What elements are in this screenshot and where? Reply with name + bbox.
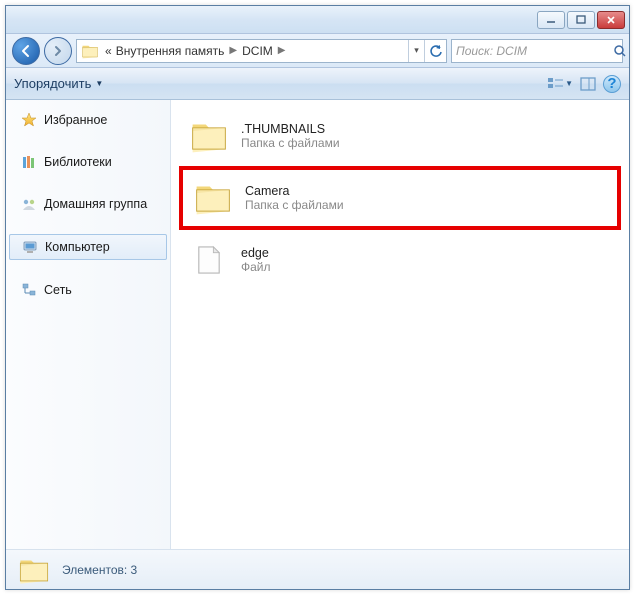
breadcrumb-item[interactable]: Внутренняя память <box>114 44 227 58</box>
folder-icon <box>16 555 52 585</box>
view-options-button[interactable]: ▼ <box>547 73 573 95</box>
forward-button[interactable] <box>44 37 72 65</box>
file-name: edge <box>241 246 271 260</box>
file-name: .THUMBNAILS <box>241 122 340 136</box>
help-button[interactable]: ? <box>603 75 621 93</box>
close-button[interactable] <box>597 11 625 29</box>
sidebar-item-computer[interactable]: Компьютер <box>9 234 167 260</box>
search-input[interactable] <box>456 44 613 58</box>
computer-icon <box>21 238 39 256</box>
file-type: Папка с файлами <box>245 198 344 212</box>
search-box[interactable] <box>451 39 623 63</box>
status-text: Элементов: 3 <box>62 563 137 577</box>
libraries-icon <box>20 153 38 171</box>
toolbar: Упорядочить ▼ ▼ ? <box>6 68 629 100</box>
back-button[interactable] <box>12 37 40 65</box>
chevron-icon[interactable]: ▶ <box>275 45 289 56</box>
list-item[interactable]: edge Файл <box>179 234 621 286</box>
status-bar: Элементов: 3 <box>6 549 629 589</box>
sidebar-item-favorites[interactable]: Избранное <box>6 108 170 132</box>
titlebar <box>6 6 629 34</box>
sidebar-item-network[interactable]: Сеть <box>6 278 170 302</box>
sidebar-label: Компьютер <box>45 240 110 254</box>
explorer-window: « Внутренняя память ▶ DCIM ▶ ▾ Упорядочи… <box>5 5 630 590</box>
search-icon <box>613 44 627 58</box>
file-name: Camera <box>245 184 344 198</box>
maximize-button[interactable] <box>567 11 595 29</box>
list-item[interactable]: Camera Папка с файлами <box>179 166 621 230</box>
star-icon <box>20 111 38 129</box>
network-icon <box>20 281 38 299</box>
history-dropdown[interactable]: ▾ <box>408 40 424 62</box>
file-list[interactable]: .THUMBNAILS Папка с файлами Camera Папка… <box>171 100 629 549</box>
navbar: « Внутренняя память ▶ DCIM ▶ ▾ <box>6 34 629 68</box>
sidebar-item-libraries[interactable]: Библиотеки <box>6 150 170 174</box>
chevron-down-icon: ▼ <box>95 79 103 88</box>
breadcrumb-prefix: « <box>103 44 114 58</box>
sidebar-item-homegroup[interactable]: Домашняя группа <box>6 192 170 216</box>
folder-icon <box>187 116 231 156</box>
sidebar-label: Библиотеки <box>44 155 112 169</box>
sidebar-label: Избранное <box>44 113 107 127</box>
organize-button[interactable]: Упорядочить ▼ <box>14 76 103 91</box>
address-bar[interactable]: « Внутренняя память ▶ DCIM ▶ ▾ <box>76 39 447 63</box>
folder-icon <box>81 42 99 60</box>
file-type: Папка с файлами <box>241 136 340 150</box>
file-icon <box>187 240 231 280</box>
preview-pane-button[interactable] <box>575 73 601 95</box>
breadcrumb-item[interactable]: DCIM <box>240 44 275 58</box>
folder-icon <box>191 178 235 218</box>
refresh-button[interactable] <box>424 40 446 62</box>
body: Избранное Библиотеки Домашняя группа <box>6 100 629 549</box>
file-type: Файл <box>241 260 271 274</box>
homegroup-icon <box>20 195 38 213</box>
sidebar-label: Домашняя группа <box>44 197 147 211</box>
navigation-pane: Избранное Библиотеки Домашняя группа <box>6 100 171 549</box>
chevron-icon[interactable]: ▶ <box>226 45 240 56</box>
minimize-button[interactable] <box>537 11 565 29</box>
sidebar-label: Сеть <box>44 283 72 297</box>
organize-label: Упорядочить <box>14 76 91 91</box>
list-item[interactable]: .THUMBNAILS Папка с файлами <box>179 110 621 162</box>
